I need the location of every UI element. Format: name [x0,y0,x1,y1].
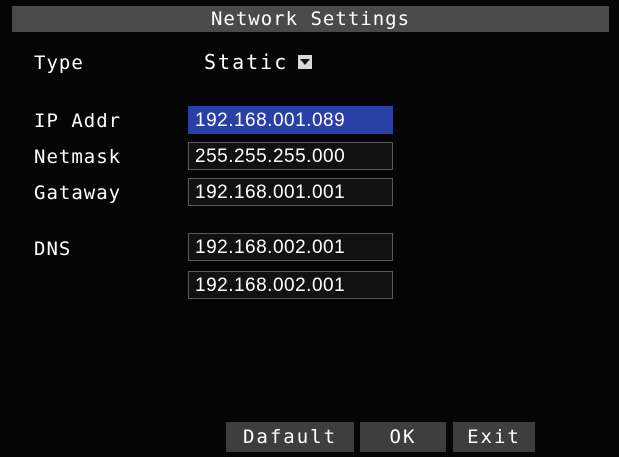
default-button[interactable]: Dafault [226,422,354,452]
network-settings-screen: Network Settings Type Static IP Addr 192… [0,0,619,457]
netmask-field[interactable]: 255.255.255.000 [188,142,393,170]
ip-label: IP Addr [34,110,122,132]
page-title: Network Settings [12,6,609,32]
ip-address-field[interactable]: 192.168.001.089 [188,106,393,134]
exit-button[interactable]: Exit [453,422,535,452]
type-dropdown-value: Static [204,50,289,74]
chevron-down-icon[interactable] [298,55,312,69]
dns-secondary-field[interactable]: 192.168.002.001 [188,271,393,299]
gateway-label: Gataway [34,182,122,204]
ok-button[interactable]: OK [360,422,446,452]
netmask-label: Netmask [34,146,122,168]
type-label: Type [34,52,84,74]
type-dropdown[interactable]: Static [190,47,330,77]
gateway-field[interactable]: 192.168.001.001 [188,178,393,206]
dns-primary-field[interactable]: 192.168.002.001 [188,233,393,261]
dns-label: DNS [34,238,72,260]
